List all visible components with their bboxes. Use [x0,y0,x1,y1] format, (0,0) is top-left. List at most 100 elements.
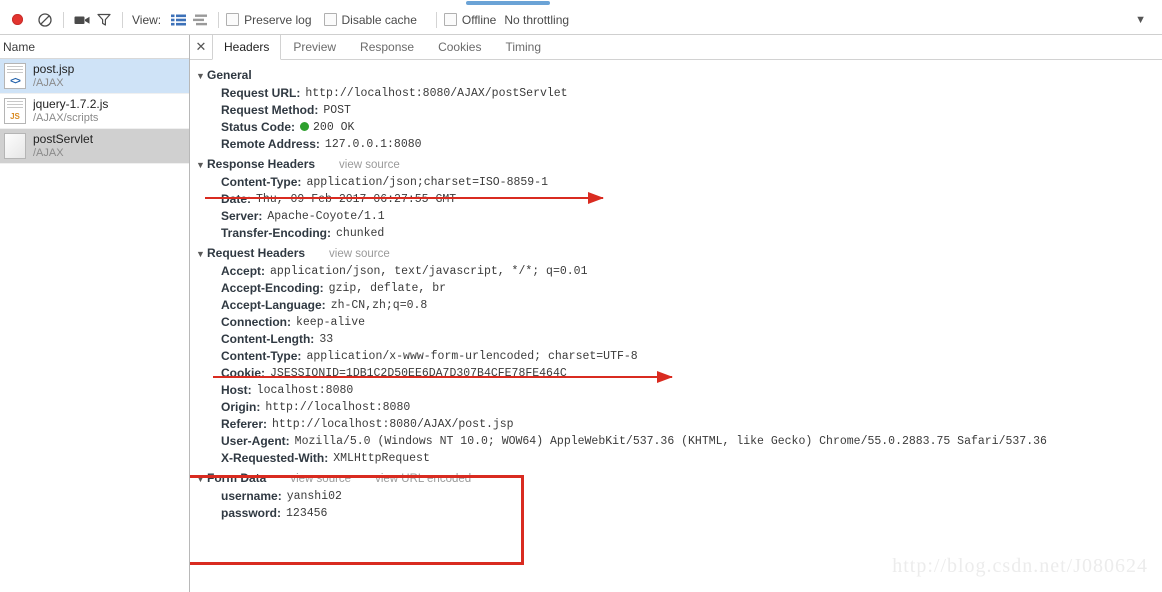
header-key: X-Requested-With: [221,451,329,465]
header-key: Content-Length: [221,332,315,346]
tab-preview[interactable]: Preview [281,35,348,59]
header-value: application/x-www-form-urlencoded; chars… [306,350,638,363]
header-value: http://localhost:8080/AJAX/post.jsp [272,418,514,431]
tab-cookies[interactable]: Cookies [426,35,493,59]
header-key: Connection: [221,315,291,329]
blank-file-icon [4,133,26,159]
header-value: 123456 [286,507,328,520]
clear-prohibited-icon [38,12,52,27]
preserve-log-checkbox[interactable]: Preserve log [226,12,312,27]
header-row: Content-Length: 33 [196,331,1162,348]
list-view-icon [170,14,186,25]
offline-checkbox[interactable]: Offline [443,12,497,27]
caret-down-icon[interactable]: ▼ [196,156,207,174]
toolbar-divider-3 [218,11,220,28]
section-title: Response Headers [207,157,316,171]
view-url-encoded-link[interactable]: view URL encoded [375,470,471,488]
view-waterfall-button[interactable] [189,9,211,31]
header-key: Host: [221,383,252,397]
throttling-select[interactable]: No throttling [504,13,569,27]
header-value: http://localhost:8080/AJAX/postServlet [305,87,568,100]
capture-screenshots-button[interactable] [71,9,93,31]
request-list-item[interactable]: JS jquery-1.7.2.js/AJAX/scripts [0,94,189,129]
view-source-link[interactable]: view source [339,156,400,174]
header-key: Origin: [221,400,261,414]
checkbox-box-icon [226,13,240,26]
header-key: Remote Address: [221,137,320,151]
section-title: General [207,68,252,82]
header-row: Remote Address: 127.0.0.1:8080 [196,136,1162,153]
request-name: postServlet [33,131,94,146]
header-value: Mozilla/5.0 (Windows NT 10.0; WOW64) App… [294,435,1047,448]
section-header[interactable]: ▼ Request Headers view source [196,244,1162,263]
header-value: XMLHttpRequest [333,452,430,465]
close-icon[interactable]: ✕ [190,35,212,59]
network-toolbar: View: Preserve log Disable cache Offline… [0,5,1162,35]
file-type-badge: JS [10,112,20,121]
record-dot-icon [11,14,23,25]
header-value: JSESSIONID=1DB1C2D50EE6DA7D307B4CFE78FE4… [270,367,567,380]
request-list-item[interactable]: <> post.jsp/AJAX [0,59,189,94]
section-response-headers: ▼ Response Headers view source Content-Type… [196,155,1162,242]
waterfall-view-icon [192,14,207,25]
clear-button[interactable] [34,9,56,31]
header-key: username: [221,489,282,503]
toolbar-divider-2 [122,11,123,28]
name-column-header[interactable]: Name [0,35,189,59]
header-value-wrap: 200 OK [300,119,354,136]
request-list-item[interactable]: postServlet/AJAX [0,129,189,164]
header-row: Status Code: 200 OK [196,119,1162,136]
watermark: http://blog.csdn.net/J080624 [892,555,1148,577]
header-value: http://localhost:8080 [265,401,411,414]
header-key: Accept-Encoding: [221,281,324,295]
horizontal-scrollbar-track[interactable] [190,1,1162,5]
header-value: localhost:8080 [256,384,354,397]
file-type-badge: <> [10,76,21,87]
filter-button[interactable] [93,9,115,31]
header-row: Transfer-Encoding: chunked [196,225,1162,242]
header-value: 127.0.0.1:8080 [324,138,422,151]
tab-timing[interactable]: Timing [493,35,553,59]
header-row: Accept-Language: zh-CN,zh;q=0.8 [196,297,1162,314]
view-list-button[interactable] [167,9,189,31]
headers-content: ▼ General Request URL: http://localhost:808… [190,60,1162,522]
record-button[interactable] [6,9,28,31]
header-row: Connection: keep-alive [196,314,1162,331]
caret-down-icon[interactable]: ▼ [196,67,207,85]
disable-cache-checkbox[interactable]: Disable cache [323,12,417,27]
header-value: Thu, 09 Feb 2017 06:27:55 GMT [256,193,457,206]
tab-response[interactable]: Response [348,35,426,59]
header-value: 33 [319,333,334,346]
request-path: /AJAX/scripts [33,111,99,124]
request-path: /AJAX [33,146,64,159]
view-source-link[interactable]: view source [329,245,390,263]
status-ok-dot-icon [300,122,310,131]
js-file-icon: JS [4,98,26,124]
view-source-link[interactable]: view source [290,470,351,488]
request-name: jquery-1.7.2.js [33,96,109,111]
chevron-down-icon[interactable]: ▼ [1135,14,1146,26]
header-row: Content-Type: application/x-www-form-urle… [196,348,1162,365]
header-value: POST [323,104,351,117]
offline-label: Offline [461,12,497,27]
caret-down-icon[interactable]: ▼ [196,470,207,488]
header-key: password: [221,506,282,520]
header-row: password: 123456 [196,505,1162,522]
name-column-label: Name [3,39,36,54]
header-key: Transfer-Encoding: [221,226,332,240]
tab-headers[interactable]: Headers [212,35,282,60]
section-header[interactable]: ▼ Response Headers view source [196,155,1162,174]
header-row: Server: Apache-Coyote/1.1 [196,208,1162,225]
header-row: Accept: application/json, text/javascript… [196,263,1162,280]
section-header[interactable]: ▼ General [196,66,1162,85]
header-key: User-Agent: [221,434,290,448]
checkbox-box-icon [323,13,337,26]
header-key: Status Code: [221,120,296,134]
disable-cache-label: Disable cache [341,12,417,27]
jsp-file-icon: <> [4,63,26,89]
preserve-log-label: Preserve log [244,12,312,27]
section-header[interactable]: ▼ Form Data view source view URL encoded [196,469,1162,488]
header-key: Content-Type: [221,175,302,189]
caret-down-icon[interactable]: ▼ [196,245,207,263]
section-general: ▼ General Request URL: http://localhost:808… [196,66,1162,153]
